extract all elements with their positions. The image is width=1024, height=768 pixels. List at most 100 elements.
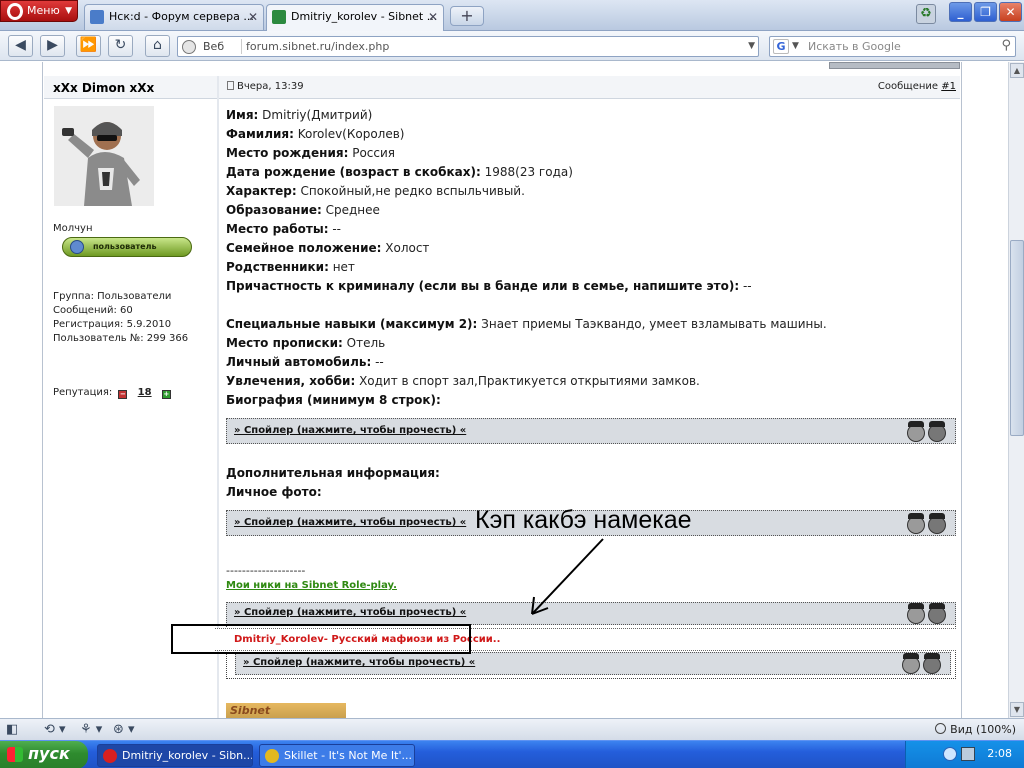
search-field[interactable]: G ▼ Искать в Google ⚲ <box>769 36 1016 57</box>
tab-sibnet[interactable]: Dmitriy_korolev - Sibnet ... ✕ <box>266 4 444 31</box>
window-controls: _ ❐ ✕ <box>947 2 1022 24</box>
chevron-down-icon[interactable]: ▼ <box>792 37 799 56</box>
field-value: Dmitriy(Дмитрий) <box>258 108 373 122</box>
scroll-down-icon[interactable]: ▼ <box>1010 702 1024 717</box>
field-line: Дата рождение (возраст в скобках): 1988(… <box>226 163 954 182</box>
home-button[interactable]: ⌂ <box>145 35 170 57</box>
spoiler-label[interactable]: » Спойлер (нажмите, чтобы прочесть) « <box>234 425 466 436</box>
field-line: Семейное положение: Холост <box>226 239 954 258</box>
field-label: Увлечения, хобби: <box>226 374 356 388</box>
unite-icon[interactable]: ⚘ ▾ <box>80 722 102 738</box>
post-link[interactable]: #1 <box>941 81 956 92</box>
zoom-icon <box>935 723 947 734</box>
post-date: Вчера, 13:39 <box>227 81 304 92</box>
new-tab-button[interactable]: + <box>450 6 484 26</box>
media-player-icon <box>265 749 279 763</box>
start-button[interactable]: пуск <box>0 741 88 768</box>
fast-forward-button[interactable]: ⏩ <box>76 35 101 57</box>
clock[interactable]: 2:08 <box>987 747 1012 760</box>
laurel-hardy-icon <box>904 421 952 442</box>
field-label: Образование: <box>226 203 322 217</box>
post-number: Сообщение #1 <box>878 81 956 92</box>
signature-link[interactable]: Мои ники на Sibnet Role-play. <box>226 580 397 591</box>
tab-forum[interactable]: Нск:d - Форум сервера ... ✕ <box>84 4 264 30</box>
field-line: Место прописки: Отель <box>226 334 954 353</box>
laurel-hardy-icon <box>904 513 952 534</box>
field-value: 1988(23 года) <box>480 165 573 179</box>
volume-icon[interactable] <box>961 747 975 761</box>
restore-button[interactable]: ❐ <box>974 2 997 22</box>
field-label: Место рождения: <box>226 146 349 160</box>
spoiler-label[interactable]: » Спойлер (нажмите, чтобы прочесть) « <box>234 517 466 528</box>
field-line: Фамилия: Korolev(Королев) <box>226 125 954 144</box>
browser-tab-bar: Меню ▼ Нск:d - Форум сервера ... ✕ Dmitr… <box>0 0 1024 31</box>
forward-button[interactable]: ▶ <box>40 35 65 57</box>
reputation-plus-icon[interactable]: + <box>161 390 171 399</box>
reputation-minus-icon[interactable]: − <box>118 390 128 399</box>
panel-toggle-icon[interactable]: ◧ <box>6 722 18 738</box>
field-value: нет <box>328 260 355 274</box>
chevron-down-icon[interactable]: ▼ <box>748 37 755 56</box>
scroll-up-icon[interactable]: ▲ <box>1010 63 1024 78</box>
scroll-thumb[interactable] <box>1010 240 1024 436</box>
rapper-avatar-image <box>54 106 154 206</box>
spoiler-bar[interactable]: » Спойлер (нажмите, чтобы прочесть) « <box>226 418 956 444</box>
task-title: Skillet - It's Not Me It'... <box>284 749 412 762</box>
rank-badge: пользователь <box>62 237 192 257</box>
tab-title: Dmitriy_korolev - Sibnet ... <box>291 10 438 23</box>
google-icon[interactable]: G <box>773 39 789 54</box>
annotation-text: Кэп какбэ намекае <box>475 506 692 534</box>
tray-expand-icon[interactable] <box>943 747 957 761</box>
reload-button[interactable]: ↻ <box>108 35 133 57</box>
field-value: Korolev(Королев) <box>293 127 405 141</box>
trash-icon[interactable]: ♻ <box>916 4 936 24</box>
taskbar-item-opera[interactable]: Dmitriy_korolev - Sibn... <box>97 744 253 767</box>
back-button[interactable]: ◀ <box>8 35 33 57</box>
reputation-value[interactable]: 18 <box>138 387 152 398</box>
engine-label: Веб <box>203 40 225 53</box>
field-label: Специальные навыки (максимум 2): <box>226 317 478 331</box>
field-value: Спокойный,не редко вспыльчивый. <box>296 184 525 198</box>
turbo-icon[interactable]: ⊛ ▾ <box>113 722 135 738</box>
field-value: Ходит в спорт зал,Практикуется открытиям… <box>355 374 700 388</box>
url-text[interactable]: forum.sibnet.ru/index.php <box>246 37 389 56</box>
spoiler-label[interactable]: » Спойлер (нажмите, чтобы прочесть) « <box>243 657 475 668</box>
banner-text: Sibnet <box>230 704 271 717</box>
close-window-button[interactable]: ✕ <box>999 2 1022 22</box>
favicon-icon <box>90 10 104 24</box>
search-placeholder[interactable]: Искать в Google <box>808 37 901 56</box>
field-value: Отель <box>342 336 386 350</box>
sync-icon[interactable]: ⟲ ▾ <box>44 722 66 738</box>
field-line: Дополнительная информация: <box>226 464 440 483</box>
taskbar-item-player[interactable]: Skillet - It's Not Me It'... <box>259 744 415 767</box>
field-label: Место прописки: <box>226 336 343 350</box>
field-label: Место работы: <box>226 222 329 236</box>
field-label: Личный автомобиль: <box>226 355 372 369</box>
post-date-text: Вчера, 13:39 <box>237 81 304 92</box>
field-line: Специальные навыки (максимум 2): Знает п… <box>226 315 954 334</box>
spoiler-bar[interactable]: » Спойлер (нажмите, чтобы прочесть) « <box>226 602 956 625</box>
zoom-control[interactable]: Вид (100%) <box>935 723 1016 736</box>
close-tab-icon[interactable]: ✕ <box>428 5 438 29</box>
system-tray: 2:08 <box>905 741 1024 768</box>
post-meta-header: Вчера, 13:39 Сообщение #1 <box>219 76 960 99</box>
close-tab-icon[interactable]: ✕ <box>248 5 258 29</box>
field-label: Личное фото: <box>226 485 322 499</box>
author-name[interactable]: xXx Dimon xXx <box>53 81 154 95</box>
member-title: Молчун <box>53 223 93 234</box>
stat-user-number: Пользователь №: 299 366 <box>53 333 189 344</box>
status-bar: ◧ ⟲ ▾ ⚘ ▾ ⊛ ▾ Вид (100%) <box>0 718 1024 740</box>
spoiler-bar[interactable]: » Спойлер (нажмите, чтобы прочесть) « <box>235 652 951 675</box>
sibnet-banner[interactable]: Sibnet <box>226 703 346 718</box>
minimize-button[interactable]: _ <box>949 2 972 22</box>
post-author-header: xXx Dimon xXx <box>44 76 217 99</box>
address-bar[interactable]: Веб forum.sibnet.ru/index.php ▼ <box>177 36 759 57</box>
navigation-bar: ◀ ▶ ⏩ ↻ ⌂ Веб forum.sibnet.ru/index.php … <box>0 31 1024 61</box>
vertical-scrollbar[interactable]: ▲ ▼ <box>1008 62 1024 718</box>
field-line: Родственники: нет <box>226 258 954 277</box>
spoiler-label[interactable]: » Спойлер (нажмите, чтобы прочесть) « <box>234 607 466 618</box>
search-icon[interactable]: ⚲ <box>1001 38 1011 53</box>
field-line: Личный автомобиль: -- <box>226 353 954 372</box>
opera-menu-button[interactable]: Меню ▼ <box>0 0 78 22</box>
